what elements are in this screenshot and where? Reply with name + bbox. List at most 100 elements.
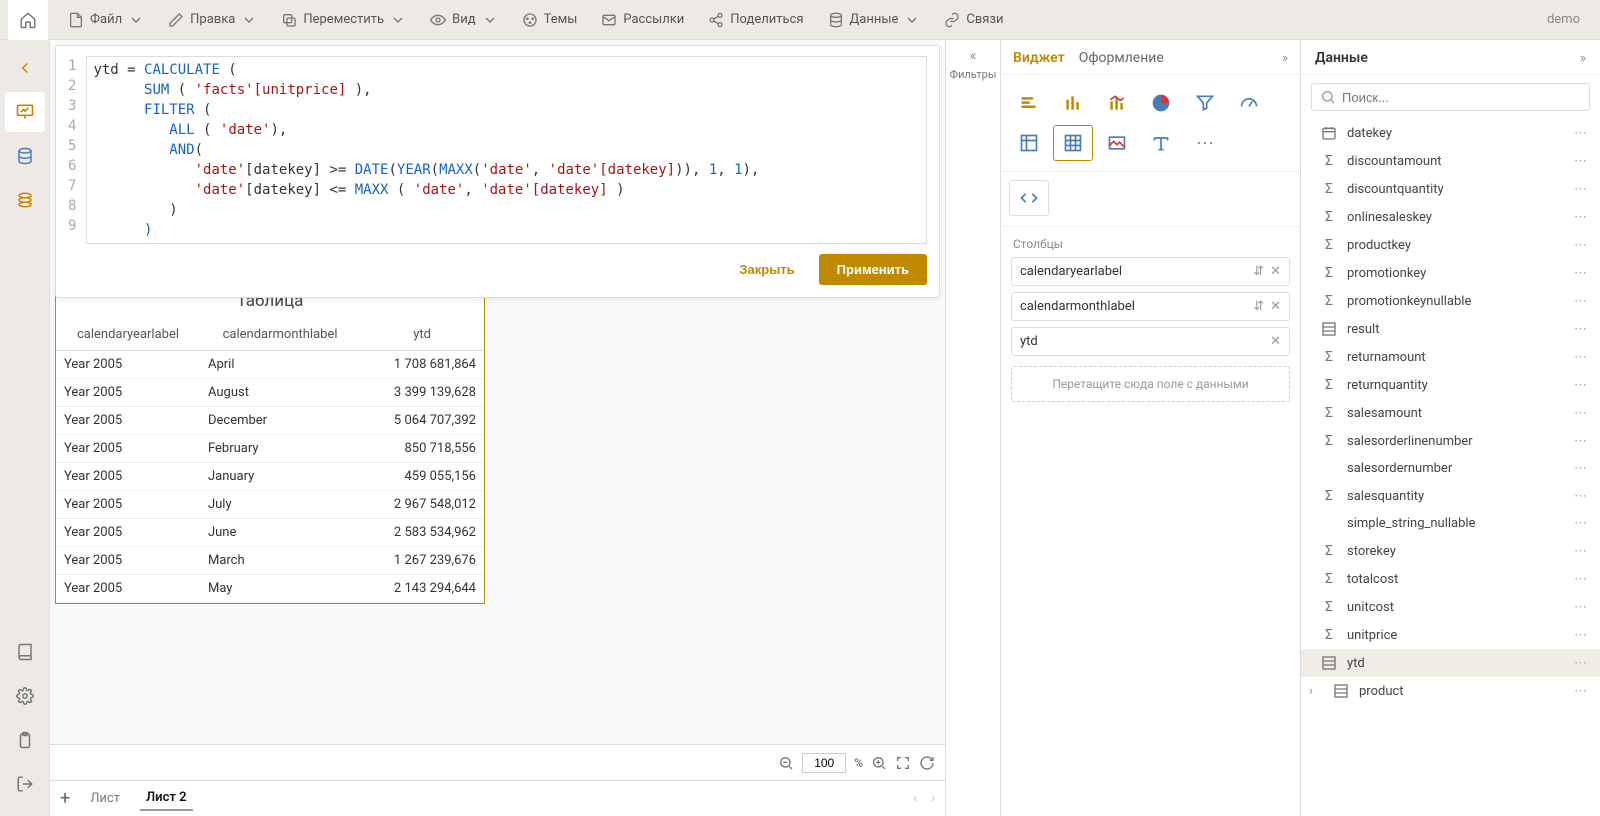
refresh[interactable] — [919, 755, 935, 771]
close-button[interactable]: Закрыть — [725, 254, 808, 285]
viz-combo[interactable] — [1097, 85, 1137, 121]
field-item[interactable]: Σpromotionkeynullable⋯ — [1301, 287, 1600, 315]
table-row[interactable]: Year 2005April1 708 681,864 — [56, 351, 484, 379]
menu-themes[interactable]: Темы — [510, 0, 590, 39]
sheet-next[interactable]: › — [931, 791, 935, 806]
viz-bar-h[interactable] — [1009, 85, 1049, 121]
field-menu[interactable]: ⋯ — [1574, 684, 1588, 699]
dropzone[interactable]: Перетащите сюда поле с данными — [1011, 366, 1290, 402]
field-menu[interactable]: ⋯ — [1574, 572, 1588, 587]
sidebar-logout[interactable] — [5, 764, 45, 804]
field-menu[interactable]: ⋯ — [1574, 266, 1588, 281]
field-item[interactable]: simple_string_nullable⋯ — [1301, 510, 1600, 537]
menu-file[interactable]: Файл — [56, 0, 156, 39]
code-input[interactable]: ytd = CALCULATE ( SUM ( 'facts'[unitpric… — [86, 56, 927, 244]
col-header[interactable]: calendarmonthlabel — [200, 319, 360, 351]
field-menu[interactable]: ⋯ — [1574, 322, 1588, 337]
table-row[interactable]: Year 2005January459 055,156 — [56, 463, 484, 491]
field-menu[interactable]: ⋯ — [1574, 434, 1588, 449]
field-item[interactable]: Σunitprice⋯ — [1301, 621, 1600, 649]
field-item[interactable]: Σdiscountamount⋯ — [1301, 147, 1600, 175]
remove-icon[interactable]: ✕ — [1270, 334, 1281, 349]
remove-icon[interactable]: ✕ — [1270, 299, 1281, 314]
field-menu[interactable]: ⋯ — [1574, 294, 1588, 309]
sidebar-dashboard[interactable] — [5, 92, 45, 132]
field-menu[interactable]: ⋯ — [1574, 406, 1588, 421]
table-row[interactable]: Year 2005July2 967 548,012 — [56, 491, 484, 519]
field-menu[interactable]: ⋯ — [1574, 238, 1588, 253]
fullscreen[interactable] — [895, 755, 911, 771]
field-item[interactable]: Σsalesquantity⋯ — [1301, 482, 1600, 510]
add-sheet[interactable]: + — [60, 788, 70, 809]
table-row[interactable]: Year 2005February850 718,556 — [56, 435, 484, 463]
viz-gauge[interactable] — [1229, 85, 1269, 121]
sidebar-settings[interactable] — [5, 676, 45, 716]
field-menu[interactable]: ⋯ — [1574, 489, 1588, 504]
sheet-tab-2[interactable]: Лист 2 — [140, 786, 193, 811]
field-item[interactable]: Σstorekey⋯ — [1301, 537, 1600, 565]
field-item[interactable]: Σpromotionkey⋯ — [1301, 259, 1600, 287]
field-menu[interactable]: ⋯ — [1574, 461, 1588, 476]
field-item[interactable]: ytd⋯ — [1301, 649, 1600, 677]
field-menu[interactable]: ⋯ — [1574, 516, 1588, 531]
search-box[interactable] — [1311, 83, 1590, 111]
field-menu[interactable]: ⋯ — [1574, 350, 1588, 365]
menu-view[interactable]: Вид — [418, 0, 509, 39]
field-item[interactable]: Σonlinesaleskey⋯ — [1301, 203, 1600, 231]
apply-button[interactable]: Применить — [819, 254, 927, 285]
field-item[interactable]: Σdiscountquantity⋯ — [1301, 175, 1600, 203]
field-item[interactable]: Σsalesorderlinenumber⋯ — [1301, 427, 1600, 455]
viz-more[interactable]: ⋯ — [1185, 125, 1225, 161]
field-item[interactable]: salesordernumber⋯ — [1301, 455, 1600, 482]
sort-icon[interactable]: ⇵ — [1253, 299, 1264, 314]
search-input[interactable] — [1342, 90, 1581, 105]
sidebar-clipboard[interactable] — [5, 720, 45, 760]
field-item[interactable]: Σtotalcost⋯ — [1301, 565, 1600, 593]
zoom-in[interactable] — [871, 755, 887, 771]
menu-move[interactable]: Переместить — [269, 0, 418, 39]
field-item[interactable]: datekey⋯ — [1301, 119, 1600, 147]
col-header[interactable]: calendaryearlabel — [56, 319, 200, 351]
tab-widget[interactable]: Виджет — [1013, 50, 1065, 66]
zoom-out[interactable] — [778, 755, 794, 771]
field-menu[interactable]: ⋯ — [1574, 544, 1588, 559]
col-header[interactable]: ytd — [360, 319, 484, 351]
menu-edit[interactable]: Правка — [156, 0, 269, 39]
data-collapse[interactable]: » — [1580, 51, 1586, 66]
viz-image[interactable] — [1097, 125, 1137, 161]
viz-table[interactable] — [1053, 125, 1093, 161]
remove-icon[interactable]: ✕ — [1270, 264, 1281, 279]
sidebar-data[interactable] — [5, 136, 45, 176]
viz-bar-v[interactable] — [1053, 85, 1093, 121]
field-menu[interactable]: ⋯ — [1574, 378, 1588, 393]
viz-text[interactable] — [1141, 125, 1181, 161]
menu-share[interactable]: Поделиться — [696, 0, 815, 39]
menu-mailings[interactable]: Рассылки — [589, 0, 696, 39]
table-row[interactable]: Year 2005March1 267 239,676 — [56, 547, 484, 575]
viz-funnel[interactable] — [1185, 85, 1225, 121]
table-row[interactable]: Year 2005August3 399 139,628 — [56, 379, 484, 407]
sidebar-model[interactable] — [5, 180, 45, 220]
field-menu[interactable]: ⋯ — [1574, 210, 1588, 225]
field-item[interactable]: result⋯ — [1301, 315, 1600, 343]
tab-style[interactable]: Оформление — [1079, 50, 1164, 66]
zoom-input[interactable] — [802, 753, 846, 773]
sort-icon[interactable]: ⇵ — [1253, 264, 1264, 279]
sheet-prev[interactable]: ‹ — [913, 791, 917, 806]
filters-collapse[interactable]: « — [970, 48, 977, 64]
field-item[interactable]: Σreturnamount⋯ — [1301, 343, 1600, 371]
column-pill[interactable]: ytd✕ — [1011, 327, 1290, 356]
table-widget[interactable]: ⇄ Таблица calendaryearlabel calendarmont… — [55, 280, 485, 604]
field-group[interactable]: ›product⋯ — [1301, 677, 1600, 705]
field-menu[interactable]: ⋯ — [1574, 628, 1588, 643]
field-item[interactable]: Σunitcost⋯ — [1301, 593, 1600, 621]
home-button[interactable] — [8, 0, 48, 40]
field-menu[interactable]: ⋯ — [1574, 126, 1588, 141]
table-row[interactable]: Year 2005May2 143 294,644 — [56, 575, 484, 603]
sidebar-docs[interactable] — [5, 632, 45, 672]
back-button[interactable] — [5, 48, 45, 88]
viz-pivot[interactable] — [1009, 125, 1049, 161]
menu-links[interactable]: Связи — [932, 0, 1015, 39]
table-row[interactable]: Year 2005December5 064 707,392 — [56, 407, 484, 435]
field-item[interactable]: Σreturnquantity⋯ — [1301, 371, 1600, 399]
